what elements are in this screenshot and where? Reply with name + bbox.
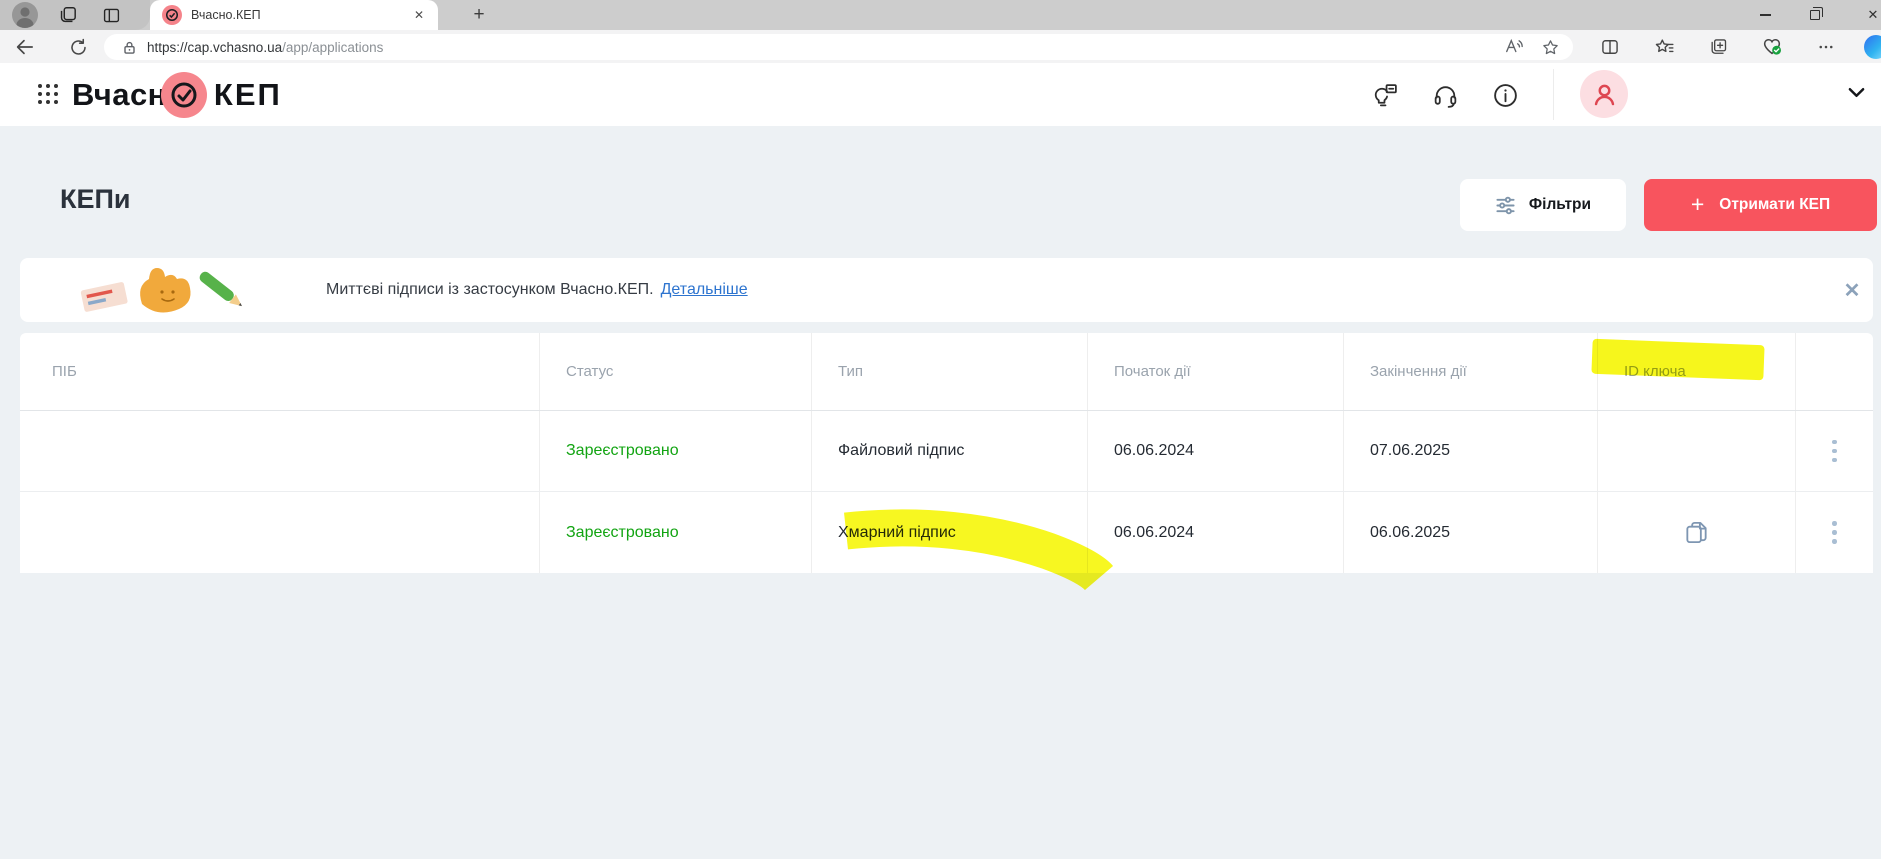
read-aloud-icon[interactable] xyxy=(1501,34,1527,60)
url-path: /app/applications xyxy=(282,40,383,55)
page-title: КЕПи xyxy=(60,184,131,215)
copilot-icon[interactable] xyxy=(1864,35,1881,59)
copy-key-id-icon[interactable] xyxy=(1683,519,1710,546)
get-kep-label: Отримати КЕП xyxy=(1719,196,1830,214)
logo-text-kep: КЕП xyxy=(214,77,282,113)
cell-status: Зареєстровано xyxy=(540,492,812,573)
settings-more-icon[interactable] xyxy=(1813,34,1839,60)
plus-icon: + xyxy=(1691,193,1704,216)
tab-title: Вчасно.КЕП xyxy=(191,8,414,22)
collections-icon[interactable] xyxy=(1705,34,1731,60)
row-menu-kebab-icon[interactable] xyxy=(1826,515,1843,550)
app-header: Вчасн КЕП xyxy=(0,63,1881,126)
favorite-star-icon[interactable] xyxy=(1537,34,1563,60)
banner-close-icon[interactable]: ✕ xyxy=(1830,258,1874,322)
cell-pib xyxy=(20,411,540,491)
logo-text-vchasn: Вчасн xyxy=(72,77,167,113)
cell-end-date: 06.06.2025 xyxy=(1344,492,1598,573)
chevron-down-icon[interactable] xyxy=(1848,87,1865,98)
table-header-row: ПІБ Статус Тип Початок дії Закінчення ді… xyxy=(20,333,1873,411)
column-header-key-id[interactable]: ID ключа xyxy=(1598,333,1796,410)
vchasno-kep-logo[interactable]: Вчасн КЕП xyxy=(72,63,282,126)
promo-banner: Миттєві підписи із застосунком Вчасно.КЕ… xyxy=(20,258,1873,322)
cell-start-date: 06.06.2024 xyxy=(1088,411,1344,491)
row-menu-kebab-icon[interactable] xyxy=(1826,434,1843,469)
cell-start-date: 06.06.2024 xyxy=(1088,492,1344,573)
column-header-start[interactable]: Початок дії xyxy=(1088,333,1344,410)
table-row[interactable]: Зареєстровано Хмарний підпис 06.06.2024 … xyxy=(20,492,1873,573)
vchasno-favicon xyxy=(162,5,182,25)
refresh-icon xyxy=(69,38,88,57)
table-row[interactable]: Зареєстровано Файловий підпис 06.06.2024… xyxy=(20,411,1873,492)
banner-text: Миттєві підписи із застосунком Вчасно.КЕ… xyxy=(326,281,654,299)
filters-button[interactable]: Фільтри xyxy=(1460,179,1626,231)
filters-sliders-icon xyxy=(1495,195,1516,216)
browser-toolbar: https://cap.vchasno.ua/app/applications xyxy=(0,30,1881,63)
tab-strip: Вчасно.КЕП ✕ + ✕ xyxy=(0,0,1881,30)
browser-essentials-icon[interactable] xyxy=(1759,34,1785,60)
column-header-status[interactable]: Статус xyxy=(540,333,812,410)
get-kep-button[interactable]: + Отримати КЕП xyxy=(1644,179,1877,231)
signature-hand-illustration xyxy=(76,262,266,318)
user-person-icon xyxy=(1591,81,1618,108)
split-screen-icon[interactable] xyxy=(1597,34,1623,60)
column-header-end[interactable]: Закінчення дії xyxy=(1344,333,1598,410)
cell-key-id xyxy=(1598,411,1796,491)
cell-status: Зареєстровано xyxy=(540,411,812,491)
support-headset-icon[interactable] xyxy=(1430,80,1460,110)
header-divider xyxy=(1553,69,1554,120)
filters-label: Фільтри xyxy=(1529,196,1591,214)
profile-person-icon xyxy=(12,2,38,28)
apps-grid-icon[interactable] xyxy=(36,82,60,106)
user-avatar[interactable] xyxy=(1580,70,1628,118)
column-header-pib[interactable]: ПІБ xyxy=(20,333,540,410)
cell-pib xyxy=(20,492,540,573)
address-bar[interactable]: https://cap.vchasno.ua/app/applications xyxy=(104,34,1573,60)
lock-icon[interactable] xyxy=(122,40,137,55)
workspaces-icon[interactable] xyxy=(56,4,78,26)
tab-close-icon[interactable]: ✕ xyxy=(414,9,424,21)
cell-type: Хмарний підпис xyxy=(812,492,1088,573)
column-header-type[interactable]: Тип xyxy=(812,333,1088,410)
minimize-icon xyxy=(1760,14,1771,16)
feedback-idea-icon[interactable] xyxy=(1370,80,1400,110)
banner-details-link[interactable]: Детальніше xyxy=(661,281,748,299)
keps-table: ПІБ Статус Тип Початок дії Закінчення ді… xyxy=(20,333,1873,573)
url-host: https://cap.vchasno.ua xyxy=(147,40,282,55)
url-text[interactable]: https://cap.vchasno.ua/app/applications xyxy=(147,40,1501,55)
favorites-list-icon[interactable] xyxy=(1651,34,1677,60)
window-minimize-button[interactable] xyxy=(1748,0,1782,30)
back-arrow-icon xyxy=(14,37,34,57)
column-header-actions xyxy=(1796,333,1873,410)
new-tab-button[interactable]: + xyxy=(466,2,492,28)
browser-profile-avatar[interactable] xyxy=(12,2,38,28)
info-icon[interactable] xyxy=(1490,80,1520,110)
logo-check-icon xyxy=(161,72,207,118)
cell-key-id xyxy=(1598,492,1796,573)
cell-end-date: 07.06.2025 xyxy=(1344,411,1598,491)
tab-actions-menu-icon[interactable] xyxy=(100,4,122,26)
restore-icon xyxy=(1810,10,1820,20)
back-button[interactable] xyxy=(12,35,36,59)
browser-window: Вчасно.КЕП ✕ + ✕ xyxy=(0,0,1881,859)
browser-tab-active[interactable]: Вчасно.КЕП ✕ xyxy=(150,0,438,30)
window-close-button[interactable]: ✕ xyxy=(1856,0,1881,30)
refresh-button[interactable] xyxy=(66,35,90,59)
cell-type: Файловий підпис xyxy=(812,411,1088,491)
window-restore-button[interactable] xyxy=(1798,0,1832,30)
